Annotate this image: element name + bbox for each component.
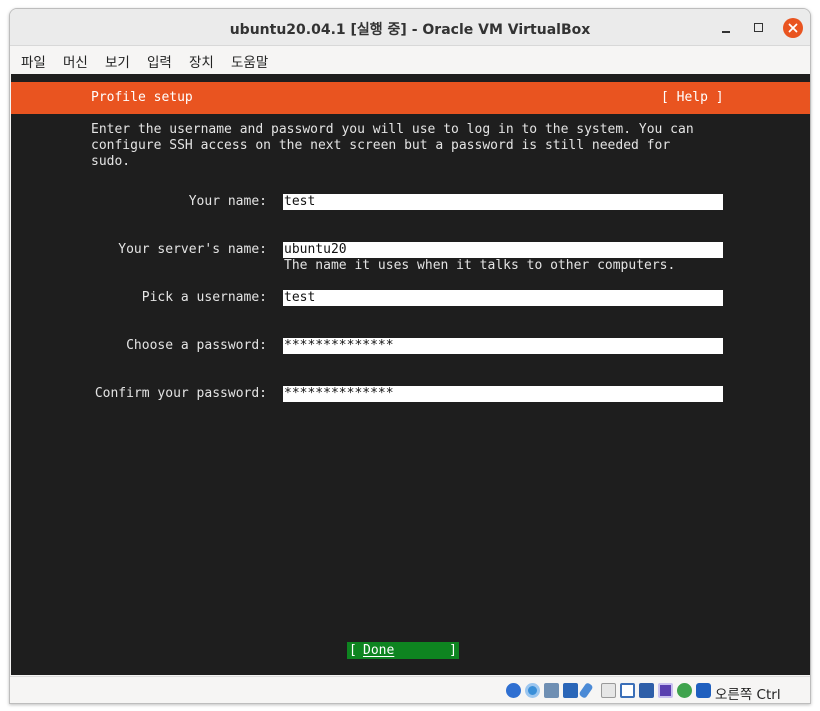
server-name-hint: The name it uses when it talks to other … — [284, 258, 676, 273]
confirm-password-label: Confirm your password: — [94, 386, 267, 401]
menu-file[interactable]: 파일 — [21, 51, 46, 71]
done-label: Done — [363, 643, 395, 658]
mouse-integration-icon[interactable] — [677, 683, 692, 698]
close-icon — [788, 23, 798, 33]
done-button[interactable]: [ Done ] — [347, 642, 459, 659]
network-icon[interactable] — [563, 683, 578, 698]
help-button[interactable]: [ Help ] — [661, 90, 724, 105]
window-title: ubuntu20.04.1 [실행 중] - Oracle VM Virtual… — [229, 22, 591, 38]
host-key-label: 오른쪽 Ctrl — [715, 687, 781, 703]
hard-disk-icon[interactable] — [506, 683, 521, 698]
cpu-icon[interactable] — [658, 683, 673, 698]
audio-icon[interactable] — [544, 683, 559, 698]
maximize-icon — [754, 23, 763, 32]
vm-screen[interactable]: Profile setup [ Help ] Enter the usernam… — [11, 74, 810, 675]
installer-header: Profile setup [ Help ] — [11, 82, 810, 114]
menu-help[interactable]: 도움말 — [231, 51, 268, 71]
display-icon[interactable] — [620, 683, 635, 698]
close-button[interactable] — [783, 18, 803, 38]
server-name-input[interactable]: ubuntu20 — [283, 242, 723, 258]
minimize-icon — [722, 31, 730, 33]
minimize-button[interactable] — [716, 18, 736, 38]
menu-input[interactable]: 입력 — [147, 51, 172, 71]
shared-folders-icon[interactable] — [601, 683, 616, 698]
confirm-password-input[interactable]: ************** — [283, 386, 723, 402]
menu-bar: 파일 머신 보기 입력 장치 도움말 — [10, 46, 810, 73]
done-right-bracket: ] — [449, 643, 457, 658]
installer-title: Profile setup — [91, 90, 193, 105]
menu-devices[interactable]: 장치 — [189, 51, 214, 71]
username-input[interactable]: test — [283, 290, 723, 306]
optical-drive-icon[interactable] — [525, 683, 540, 698]
your-name-input[interactable]: test — [283, 194, 723, 210]
intro-text: Enter the username and password you will… — [91, 122, 694, 169]
status-bar: 오른쪽 Ctrl — [10, 676, 810, 703]
video-capture-icon[interactable] — [639, 683, 654, 698]
done-left-bracket: [ — [349, 643, 357, 658]
maximize-button[interactable] — [749, 18, 769, 38]
password-label: Choose a password: — [126, 338, 267, 353]
menu-view[interactable]: 보기 — [105, 51, 130, 71]
title-bar[interactable]: ubuntu20.04.1 [실행 중] - Oracle VM Virtual… — [10, 9, 810, 46]
your-name-label: Your name: — [188, 194, 267, 209]
server-name-label: Your server's name: — [118, 242, 267, 257]
keyboard-capture-icon[interactable] — [696, 683, 711, 698]
password-input[interactable]: ************** — [283, 338, 723, 354]
usb-icon[interactable] — [578, 682, 594, 699]
username-label: Pick a username: — [141, 290, 267, 305]
menu-machine[interactable]: 머신 — [63, 51, 88, 71]
virtualbox-window: ubuntu20.04.1 [실행 중] - Oracle VM Virtual… — [9, 8, 811, 704]
